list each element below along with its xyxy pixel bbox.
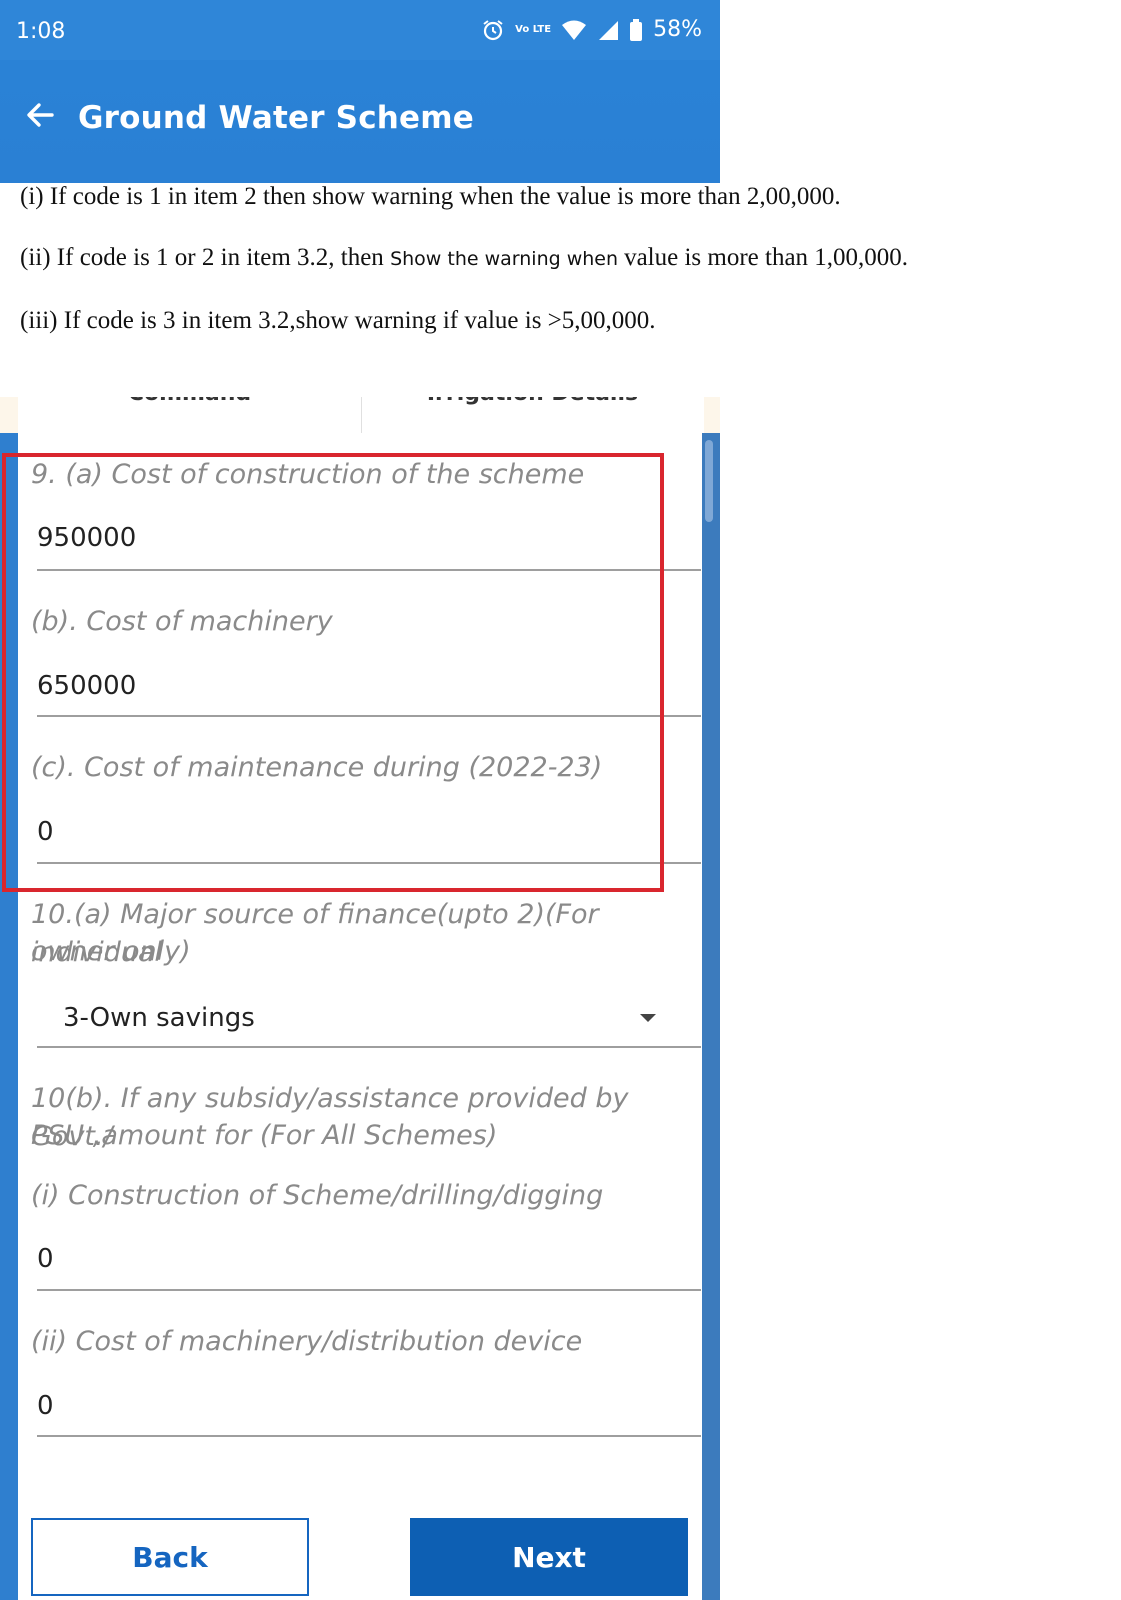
page-title: Ground Water Scheme — [78, 100, 475, 136]
q10b-i-input[interactable]: 0 — [37, 1244, 54, 1274]
tab-command-label: Command — [18, 397, 361, 406]
status-time: 1:08 — [16, 19, 66, 44]
note-2-part-1: (ii) If code is 1 or 2 in item 3.2, then — [20, 244, 391, 271]
q9c-input[interactable]: 0 — [37, 817, 54, 847]
background-edge-left — [0, 433, 18, 1600]
status-bar: 1:08 Vo LTE 58% — [0, 0, 720, 60]
tab-strip: Command Irrigation Details — [0, 397, 720, 434]
q10b-ii-input[interactable]: 0 — [37, 1391, 54, 1421]
battery-level: 58% — [653, 17, 702, 42]
battery-icon — [629, 18, 643, 41]
form-panel: 9. (a) Cost of construction of the schem… — [18, 433, 702, 1600]
wifi-icon — [561, 19, 587, 41]
alarm-icon — [481, 18, 505, 42]
q10a-select[interactable]: 3-Own savings — [63, 1003, 255, 1033]
q9a-underline — [37, 569, 701, 571]
q10a-underline — [37, 1046, 701, 1048]
tab-command[interactable]: Command — [18, 397, 362, 433]
q10b-i-underline — [37, 1289, 701, 1291]
app-bar: Ground Water Scheme — [0, 60, 720, 183]
status-icons: Vo LTE 58% — [481, 17, 702, 42]
chevron-down-icon[interactable] — [640, 1014, 656, 1022]
note-2: (ii) If code is 1 or 2 in item 3.2, then… — [20, 244, 908, 272]
note-2-part-3: value is more than 1,00,000. — [624, 244, 909, 271]
tab-irrigation-details[interactable]: Irrigation Details — [361, 397, 704, 433]
q9a-input[interactable]: 950000 — [37, 523, 136, 553]
note-1: (i) If code is 1 in item 2 then show war… — [20, 183, 841, 210]
background-edge-right — [702, 433, 720, 1600]
tab-irrigation-details-label: Irrigation Details — [361, 397, 704, 406]
cell-signal-icon — [597, 19, 619, 41]
q10b-label-line-2: PSU ,amount for (For All Schemes) — [31, 1120, 498, 1151]
q9c-label: (c). Cost of maintenance during (2022-23… — [31, 752, 603, 783]
q9c-underline — [37, 862, 701, 864]
note-2-part-2: Show the warning when — [390, 248, 625, 270]
tabs-container: Command Irrigation Details — [18, 397, 704, 434]
q9b-input[interactable]: 650000 — [37, 671, 136, 701]
q9a-label: 9. (a) Cost of construction of the schem… — [31, 459, 585, 490]
q9b-label: (b). Cost of machinery — [31, 606, 333, 637]
scrollbar-thumb[interactable] — [705, 440, 713, 522]
arrow-left-icon[interactable] — [22, 97, 58, 133]
q9b-underline — [37, 715, 701, 717]
back-button[interactable]: Back — [31, 1518, 309, 1596]
next-button[interactable]: Next — [410, 1518, 688, 1596]
q10b-i-label: (i) Construction of Scheme/drilling/digg… — [31, 1180, 604, 1211]
q10a-label-line-2: owner only) — [31, 936, 191, 967]
q10b-ii-label: (ii) Cost of machinery/distribution devi… — [31, 1326, 583, 1357]
q10b-ii-underline — [37, 1435, 701, 1437]
note-3: (iii) If code is 3 in item 3.2,show warn… — [20, 307, 656, 334]
volte-icon: Vo LTE — [515, 23, 552, 35]
